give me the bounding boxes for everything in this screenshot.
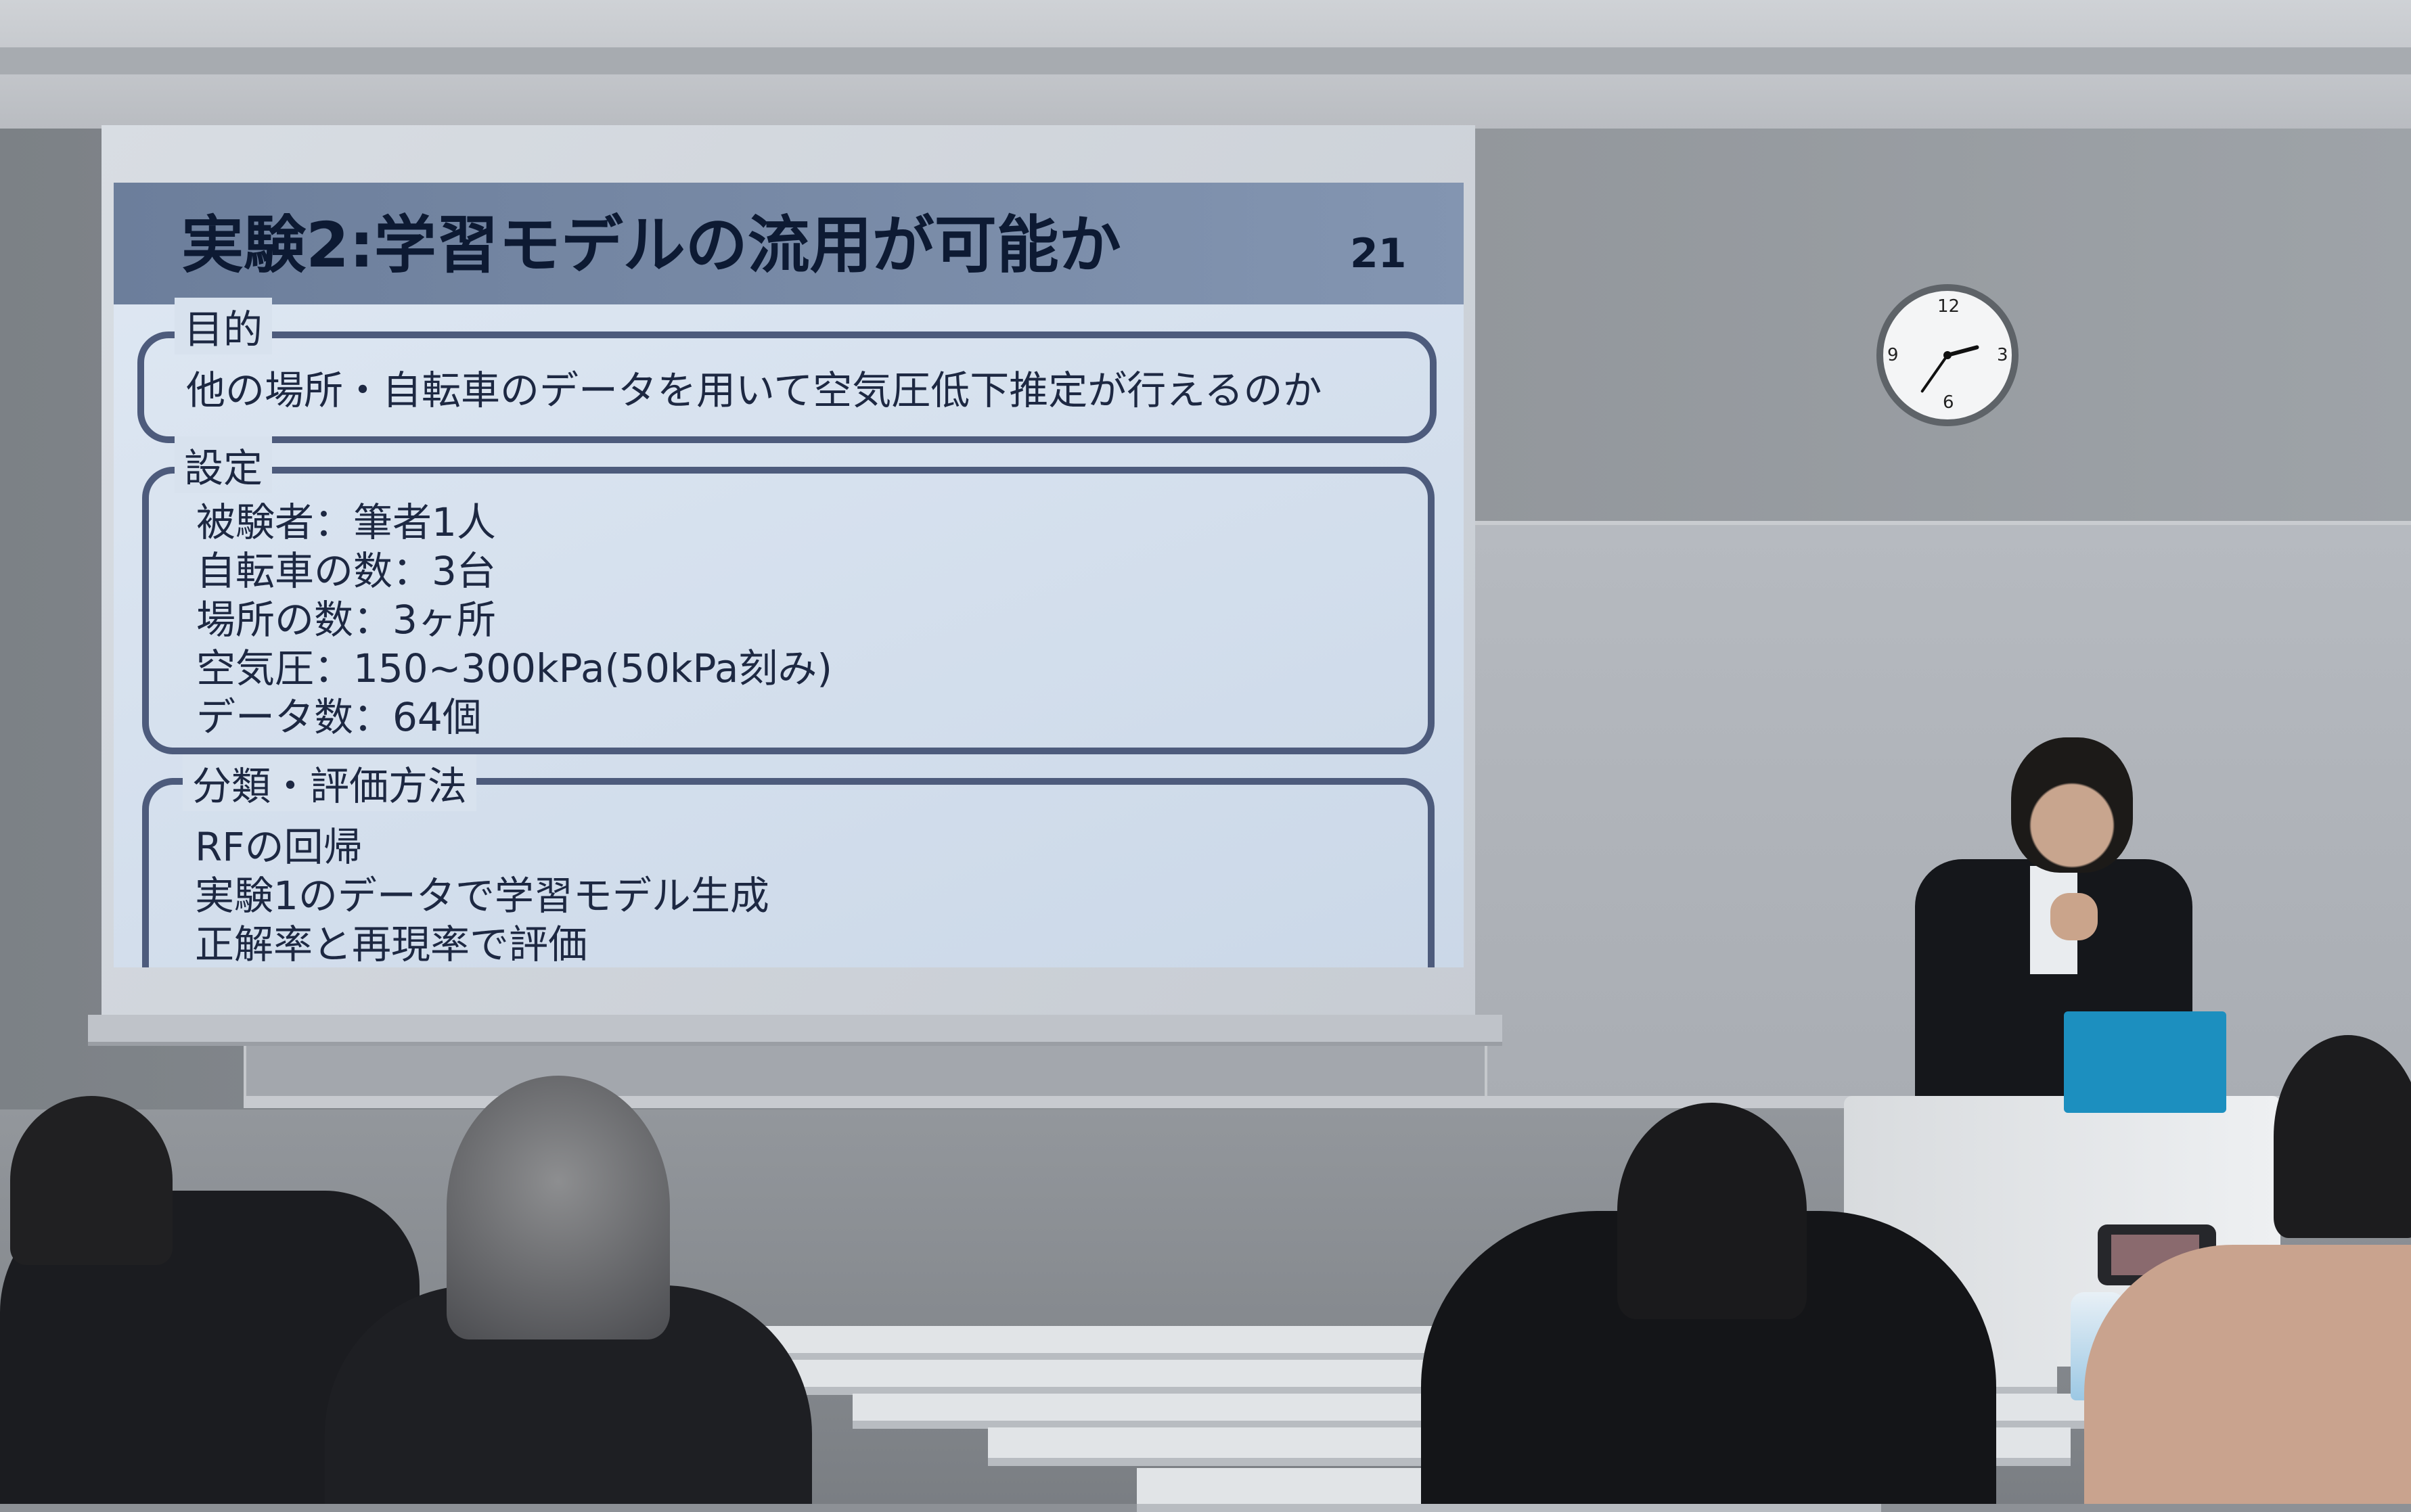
clock-numeral: 6 [1943, 392, 1954, 413]
audience-member-head [447, 1076, 670, 1339]
purpose-text: 他の場所・自転車のデータを用いて空気圧低下推定が行えるのか [186, 367, 1322, 413]
method-line: 正解率と再現率で評価 [195, 921, 588, 967]
presenter-hand [2050, 893, 2098, 940]
audience-member-head [1617, 1103, 1807, 1319]
ceiling-beam [0, 47, 2411, 74]
clock-numeral: 12 [1937, 296, 1960, 317]
slide-number: 21 [1350, 230, 1407, 277]
laptop [2064, 1011, 2226, 1113]
screen-bottom-bar [88, 1015, 1502, 1046]
clock-numeral: 9 [1887, 345, 1899, 365]
audience-member-body [2084, 1245, 2411, 1504]
audience-member-head [10, 1096, 173, 1265]
presenter-head [2011, 737, 2133, 873]
slide-title: 実験2:学習モデルの流用が可能か [181, 209, 1121, 281]
clock-numeral: 3 [1997, 345, 2008, 365]
setting-line: データ数：64個 [196, 694, 482, 740]
wall-clock-icon: 12 3 6 9 [1876, 284, 2019, 426]
desk [656, 1326, 1556, 1361]
section-heading-settings: 設定 [175, 436, 273, 493]
section-heading-method: 分類・評価方法 [183, 754, 477, 811]
section-heading-purpose: 目的 [175, 298, 273, 354]
audience-member-head [2274, 1035, 2411, 1238]
